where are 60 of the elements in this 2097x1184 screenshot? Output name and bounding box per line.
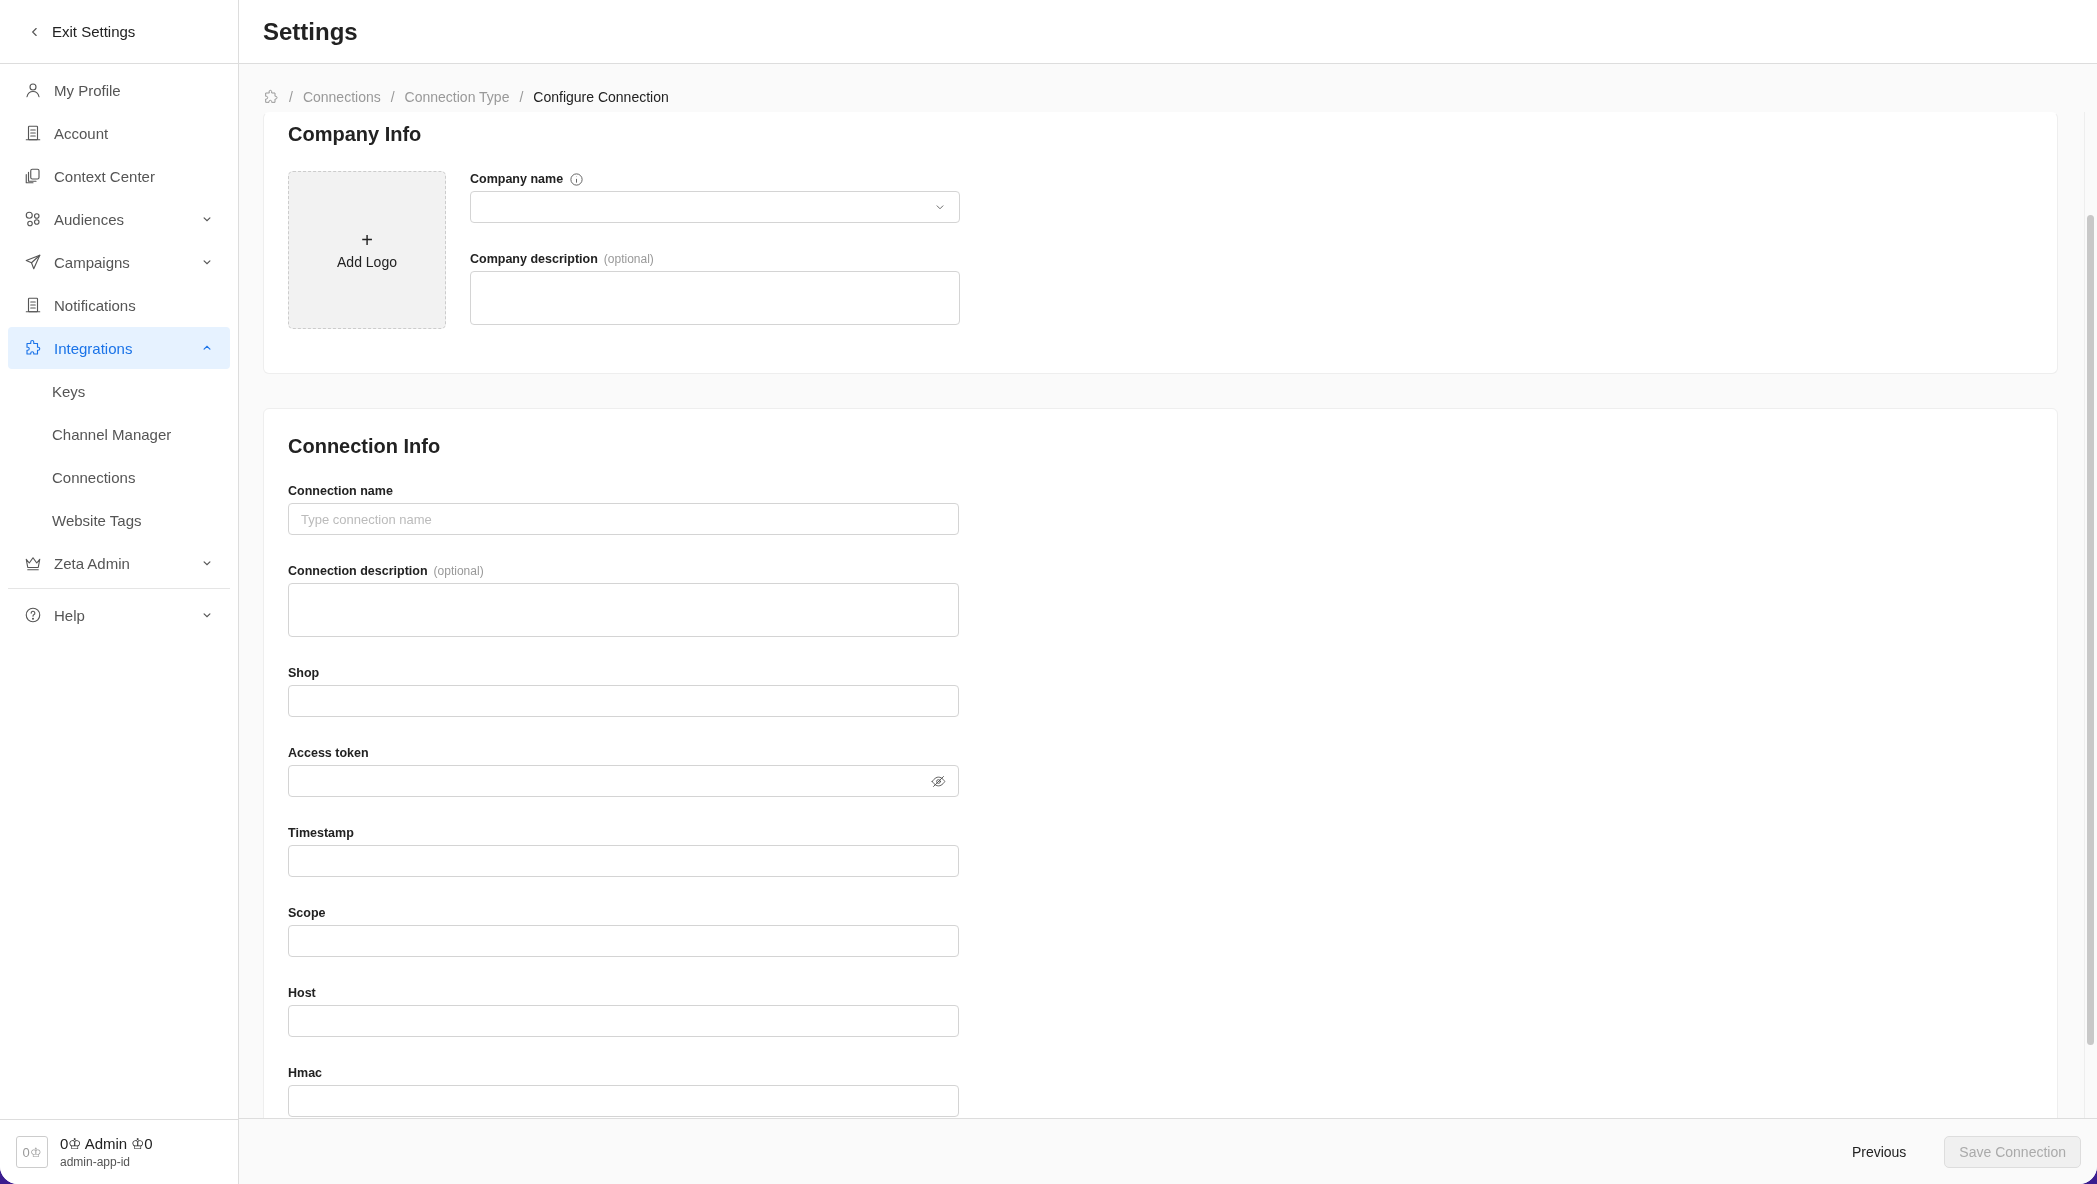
sidebar-item[interactable]: Help bbox=[8, 594, 230, 636]
optional-hint: (optional) bbox=[433, 564, 484, 578]
field-label: Connection name bbox=[288, 484, 393, 498]
breadcrumb-separator: / bbox=[289, 89, 293, 105]
field-label: Connection description bbox=[288, 564, 428, 578]
puzzle-icon bbox=[24, 339, 42, 357]
card-title: Company Info bbox=[288, 123, 423, 147]
field-label: Access token bbox=[288, 746, 369, 760]
sidebar-subitem[interactable]: Connections bbox=[8, 456, 230, 498]
breadcrumb-separator: / bbox=[519, 89, 524, 105]
sidebar-subitem[interactable]: Website Tags bbox=[8, 499, 230, 541]
breadcrumb-separator: / bbox=[390, 89, 395, 105]
sidebar-item[interactable]: Zeta Admin bbox=[8, 542, 230, 584]
question-icon bbox=[24, 606, 42, 624]
crown-icon bbox=[24, 554, 42, 572]
previous-button[interactable]: Previous bbox=[1837, 1135, 1921, 1168]
app-id: admin-app-id bbox=[60, 1155, 132, 1169]
field-label: Timestamp bbox=[288, 826, 354, 840]
documents-icon bbox=[24, 167, 42, 185]
text-field[interactable] bbox=[288, 845, 959, 877]
sidebar-item[interactable]: Audiences bbox=[8, 198, 230, 240]
dropdown-field[interactable] bbox=[470, 191, 960, 223]
sidebar-item[interactable]: My Profile bbox=[8, 69, 230, 111]
person-icon bbox=[24, 81, 42, 99]
text-area[interactable] bbox=[470, 271, 960, 325]
text-field[interactable] bbox=[288, 925, 959, 957]
add-logo-button[interactable]: + Add Logo bbox=[288, 171, 446, 329]
field-label: Scope bbox=[288, 906, 326, 920]
user-name: 0♔ Admin ♔0 bbox=[60, 1135, 153, 1153]
sidebar-subitem[interactable]: Channel Manager bbox=[8, 413, 230, 455]
scrollbar-thumb[interactable] bbox=[2087, 215, 2094, 1045]
sidebar-subitem[interactable]: Keys bbox=[8, 370, 230, 412]
puzzle-icon bbox=[263, 89, 279, 105]
exit-settings-button[interactable]: Exit Settings bbox=[24, 19, 140, 44]
text-field[interactable] bbox=[288, 685, 959, 717]
sidebar-item[interactable]: Integrations bbox=[8, 327, 230, 369]
eye-slash-icon bbox=[931, 773, 946, 789]
breadcrumb-current: Configure Connection bbox=[533, 89, 669, 105]
building-icon bbox=[24, 296, 42, 314]
optional-hint: (optional) bbox=[603, 252, 654, 266]
paper-plane-icon bbox=[24, 253, 42, 271]
text-area[interactable] bbox=[288, 583, 959, 637]
field-label: Company name bbox=[470, 172, 564, 186]
sidebar-item[interactable]: Context Center bbox=[8, 155, 230, 197]
field-label: Company description bbox=[470, 252, 598, 266]
text-field[interactable] bbox=[288, 1085, 959, 1117]
sidebar-item[interactable]: Account bbox=[8, 112, 230, 154]
sidebar-item[interactable]: Campaigns bbox=[8, 241, 230, 283]
text-field[interactable] bbox=[288, 1005, 959, 1037]
user-avatar: 0♔ bbox=[16, 1136, 48, 1168]
page-title: Settings bbox=[263, 17, 358, 46]
building-icon bbox=[24, 124, 42, 142]
field-label: Shop bbox=[288, 666, 320, 680]
password-field[interactable] bbox=[288, 765, 959, 797]
field-label: Host bbox=[288, 986, 316, 1000]
field-label: Hmac bbox=[288, 1066, 323, 1080]
sidebar-item[interactable]: Notifications bbox=[8, 284, 230, 326]
card-title: Connection Info bbox=[288, 435, 442, 459]
circles-icon bbox=[24, 210, 42, 228]
text-field[interactable]: Type connection name bbox=[288, 503, 959, 535]
